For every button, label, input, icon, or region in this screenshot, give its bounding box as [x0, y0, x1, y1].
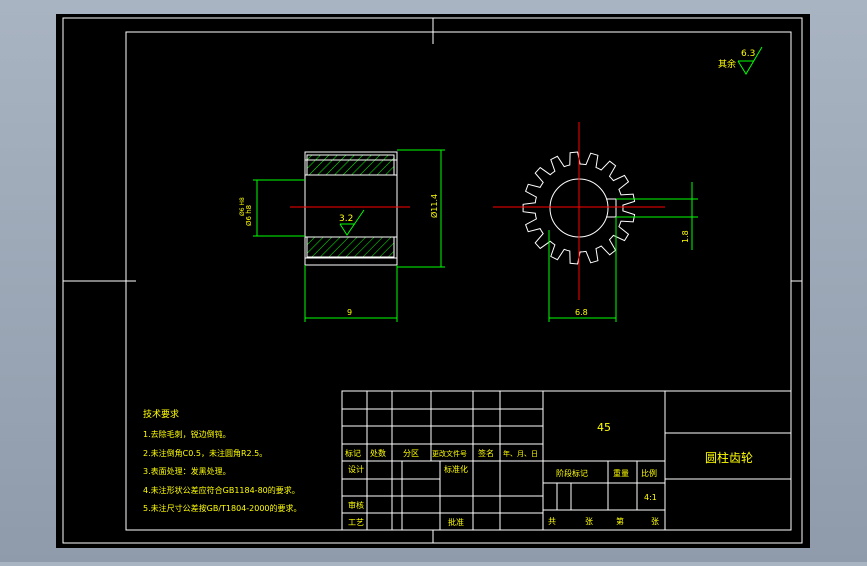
- header-count: 处数: [370, 448, 386, 458]
- scale-value: 4:1: [644, 493, 657, 502]
- process-label: 工艺: [348, 518, 364, 527]
- review-label: 审核: [348, 500, 364, 510]
- svg-text:其余: 其余: [718, 58, 736, 70]
- header-date: 年、月、日: [503, 449, 538, 458]
- standardization-label: 标准化: [444, 464, 468, 474]
- header-mark: 标记: [345, 448, 361, 458]
- header-sign: 签名: [478, 448, 494, 458]
- upper-hatch: [306, 154, 395, 176]
- sheet-unit2: 张: [651, 517, 659, 526]
- section-roughness-value: 3.2: [339, 214, 353, 224]
- header-change-doc: 更改文件号: [432, 449, 467, 458]
- dim-hub: Ø6 H8: [239, 197, 246, 216]
- design-label: 设计: [348, 464, 364, 474]
- svg-text:6.3: 6.3: [741, 49, 755, 59]
- dim-keyway-width: 6.8: [575, 308, 588, 317]
- tech-item: 1.去除毛刺，锐边倒钝。: [143, 429, 231, 439]
- dim-keyway-depth: 1.8: [681, 230, 690, 243]
- header-zone: 分区: [403, 449, 419, 458]
- tech-item: 2.未注倒角C0.5，未注圆角R2.5。: [143, 448, 267, 458]
- dim-side-height: Ø11.4: [429, 194, 439, 218]
- total-label: 共: [548, 517, 556, 526]
- sheet-label: 第: [616, 516, 624, 526]
- dim-width: 9: [347, 308, 352, 317]
- part-name: 圆柱齿轮: [705, 450, 753, 465]
- sheet-unit: 张: [585, 517, 593, 526]
- tech-item: 3.表面处理：发黑处理。: [143, 466, 231, 476]
- tech-item: 5.未注尺寸公差按GB/T1804-2000的要求。: [143, 503, 302, 513]
- gear-drawing: 其余 6.3 3.2 Ø6 h8 Ø6 H8 Ø11.4 9 6.8 1.8 技…: [56, 14, 810, 548]
- weight-label: 重量: [613, 468, 629, 478]
- lower-hatch: [306, 236, 395, 258]
- tech-item: 4.未注形状公差应符合GB1184-80的要求。: [143, 485, 300, 495]
- scale-label: 比例: [641, 468, 657, 478]
- tech-title: 技术要求: [143, 408, 179, 420]
- cad-viewport: 其余 6.3 3.2 Ø6 h8 Ø6 H8 Ø11.4 9 6.8 1.8 技…: [0, 0, 867, 562]
- material-value: 45: [597, 421, 611, 434]
- dim-bore: Ø6 h8: [245, 205, 253, 226]
- stage-mark-label: 阶段标记: [556, 468, 588, 478]
- approve-label: 批准: [448, 517, 464, 527]
